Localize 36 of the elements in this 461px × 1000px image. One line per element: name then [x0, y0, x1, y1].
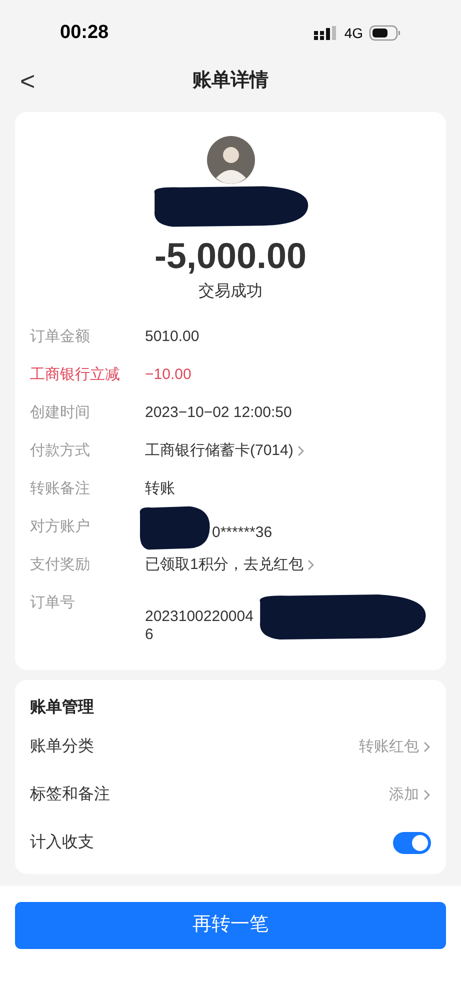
detail-label: 支付奖励: [30, 555, 91, 575]
detail-value: 6: [145, 625, 154, 645]
network-label: 4G: [344, 24, 363, 42]
status-text: 交易成功: [198, 282, 262, 302]
setting-label: 计入收支: [30, 832, 94, 853]
chevron-right-icon: [423, 741, 431, 753]
setting-label: 标签和备注: [30, 784, 110, 805]
detail-value: 转账: [145, 479, 175, 499]
avatar-icon: [206, 136, 254, 184]
back-button[interactable]: <: [20, 68, 36, 94]
detail-value: 2023100220004: [145, 607, 254, 627]
amount: -5,000.00: [154, 234, 307, 278]
chevron-right-icon: [423, 789, 431, 801]
detail-link[interactable]: 已领取1积分，去兑红包: [145, 554, 316, 576]
signal-icon: [314, 26, 338, 40]
battery-icon: [369, 25, 401, 41]
detail-label: 订单号: [30, 593, 76, 613]
detail-link[interactable]: 工商银行储蓄卡(7014): [145, 440, 306, 462]
detail-value: 5010.00: [145, 327, 200, 347]
section-title: 账单管理: [30, 698, 95, 718]
toggle-switch[interactable]: [393, 832, 431, 854]
detail-value: 2023−10−02 12:00:50: [145, 403, 292, 423]
detail-label: 转账备注: [30, 479, 91, 499]
transfer-again-button[interactable]: 再转一笔: [15, 902, 446, 949]
detail-label: 订单金额: [30, 327, 91, 347]
setting-label: 账单分类: [30, 736, 94, 757]
detail-label: 付款方式: [30, 441, 91, 461]
detail-label: 创建时间: [30, 403, 91, 423]
detail-label: 工商银行立减: [30, 365, 121, 385]
detail-value: 0******36: [212, 523, 272, 543]
status-time: 00:28: [60, 20, 109, 45]
detail-label: 对方账户: [30, 517, 91, 537]
detail-value: −10.00: [145, 365, 192, 385]
chevron-right-icon: [307, 559, 316, 571]
chevron-right-icon: [297, 445, 306, 457]
page-title: 账单详情: [192, 68, 268, 93]
